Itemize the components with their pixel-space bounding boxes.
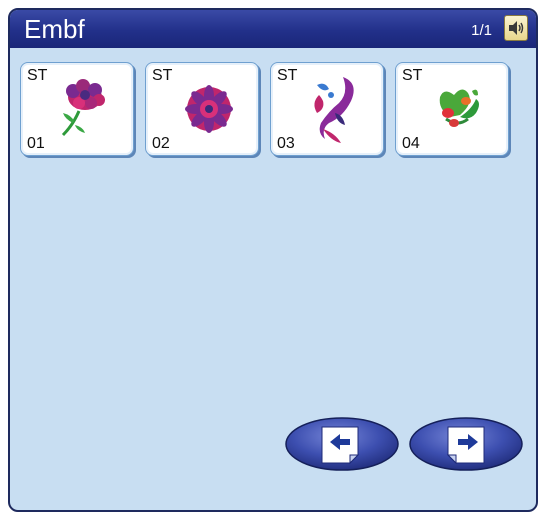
paisley-flourish-icon [314, 77, 354, 143]
design-tile-01[interactable]: ST 01 [20, 62, 134, 156]
speaker-icon [509, 21, 524, 35]
embroidery-screen: Embf 1/1 ST 01 ST 02 ST 03 ST 04 [8, 8, 538, 512]
design-number-label: 03 [277, 135, 295, 152]
design-tile-03[interactable]: ST 03 [270, 62, 384, 156]
round-flower-icon [185, 85, 233, 133]
design-number-label: 01 [27, 135, 45, 152]
screen-title: Embf [24, 14, 85, 44]
design-type-label: ST [27, 67, 48, 84]
heart-flower-icon [439, 89, 479, 127]
design-tile-04[interactable]: ST 04 [395, 62, 509, 156]
design-type-label: ST [277, 67, 298, 84]
design-type-label: ST [402, 67, 423, 84]
design-tile-02[interactable]: ST 02 [145, 62, 259, 156]
page-indicator: 1/1 [471, 22, 492, 39]
arrow-right-icon [446, 426, 485, 465]
arrow-left-icon [321, 426, 360, 465]
design-number-label: 04 [402, 135, 420, 152]
carnation-icon [61, 79, 105, 137]
next-page-button[interactable] [408, 416, 524, 472]
previous-page-button[interactable] [284, 416, 400, 472]
design-type-label: ST [152, 67, 173, 84]
title-bar: Embf 1/1 [10, 10, 536, 48]
speaker-button[interactable] [504, 15, 528, 41]
design-number-label: 02 [152, 135, 170, 152]
